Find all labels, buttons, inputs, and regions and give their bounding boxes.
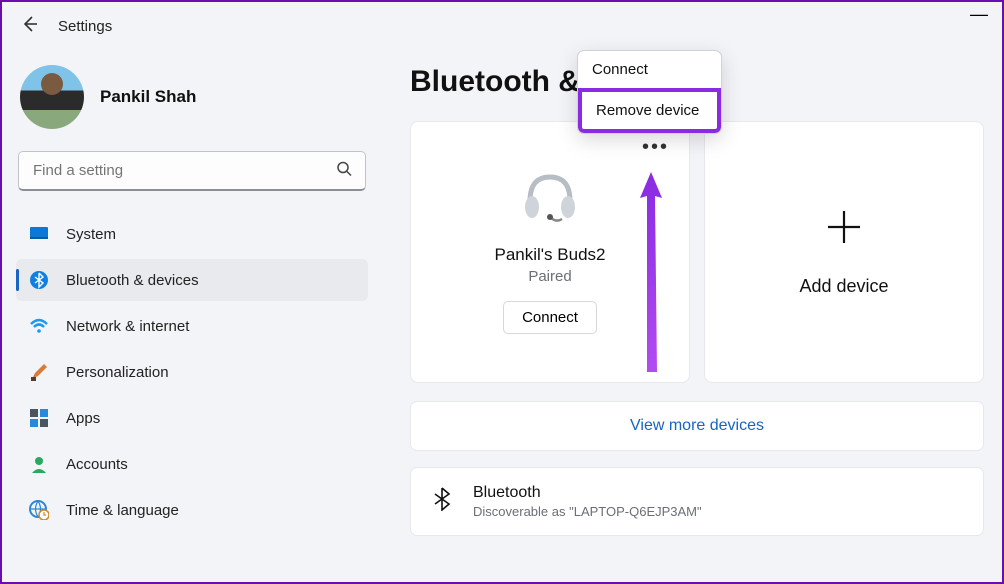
sidebar-item-label: Apps [66,410,100,427]
app-title: Settings [58,18,112,35]
add-device-card[interactable]: Add device [704,121,984,383]
ellipsis-icon: ••• [642,136,669,158]
sidebar-item-apps[interactable]: Apps [16,397,368,439]
device-context-menu: Connect Remove device [577,50,722,134]
back-button[interactable] [20,14,40,39]
system-icon [28,223,50,245]
sidebar-item-label: Network & internet [66,318,189,335]
device-card: ••• Pankil's Buds2 Paired Connect [410,121,690,383]
person-icon [28,453,50,475]
bluetooth-icon [28,269,50,291]
sidebar-item-time[interactable]: Time & language [16,489,368,531]
sidebar-item-label: Bluetooth & devices [66,272,199,289]
wifi-icon [28,315,50,337]
sidebar-item-network[interactable]: Network & internet [16,305,368,347]
profile[interactable]: Pankil Shah [16,53,368,151]
user-name: Pankil Shah [100,87,196,107]
bluetooth-glyph-icon [433,487,451,517]
arrow-left-icon [20,14,40,34]
search-input[interactable] [18,151,366,191]
sidebar: Pankil Shah System Bluetooth & devices N… [2,45,380,581]
avatar [20,65,84,129]
headset-icon [520,171,580,225]
apps-icon [28,407,50,429]
bluetooth-row[interactable]: Bluetooth Discoverable as "LAPTOP-Q6EJP3… [410,467,984,536]
context-connect[interactable]: Connect [578,51,721,88]
sidebar-item-label: System [66,226,116,243]
add-device-label: Add device [799,276,888,297]
sidebar-item-accounts[interactable]: Accounts [16,443,368,485]
search-box[interactable] [18,151,366,191]
context-remove-device[interactable]: Remove device [578,88,721,133]
globe-clock-icon [28,499,50,521]
sidebar-item-label: Time & language [66,502,179,519]
device-more-button[interactable]: ••• [642,136,669,159]
sidebar-item-bluetooth[interactable]: Bluetooth & devices [16,259,368,301]
nav-list: System Bluetooth & devices Network & int… [16,213,368,531]
connect-button[interactable]: Connect [503,301,597,334]
sidebar-item-label: Personalization [66,364,169,381]
view-more-devices[interactable]: View more devices [410,401,984,451]
plus-icon [824,207,864,258]
bluetooth-title: Bluetooth [473,484,702,502]
sidebar-item-personalization[interactable]: Personalization [16,351,368,393]
minimize-button[interactable]: — [958,2,1002,27]
bluetooth-subtitle: Discoverable as "LAPTOP-Q6EJP3AM" [473,504,702,519]
search-icon [336,161,352,182]
header: Settings [2,2,1002,45]
brush-icon [28,361,50,383]
sidebar-item-system[interactable]: System [16,213,368,255]
sidebar-item-label: Accounts [66,456,128,473]
device-status: Paired [528,268,571,285]
device-name: Pankil's Buds2 [495,245,606,265]
